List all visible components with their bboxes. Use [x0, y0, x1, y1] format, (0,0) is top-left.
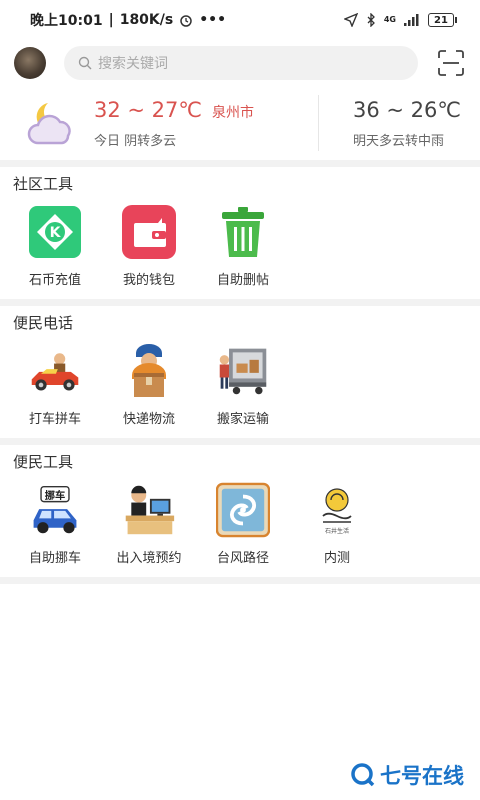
tool-self-delete-post[interactable]: 自助删帖	[196, 201, 290, 299]
network-type: 4G	[383, 15, 396, 24]
today-description: 今日 阴转多云	[94, 133, 177, 149]
tool-label: 搬家运输	[216, 412, 269, 427]
signal-icon	[404, 14, 419, 26]
tomorrow-temperature: 36 ~ 26℃	[353, 97, 461, 122]
status-separator: |	[108, 12, 114, 28]
courier-icon	[122, 344, 176, 398]
move-car-icon: 挪车	[28, 483, 82, 537]
tool-label: 台风路径	[216, 551, 269, 566]
tool-label: 石币充值	[28, 273, 81, 288]
header: 搜索关键词	[0, 40, 480, 86]
tool-label: 自助挪车	[28, 551, 81, 566]
search-icon	[78, 56, 92, 70]
watermark: 七号在线	[350, 760, 464, 790]
section-community-tools: 社区工具 K 石币充值 我的钱包 自助删帖	[0, 167, 480, 306]
search-input[interactable]: 搜索关键词	[64, 46, 418, 80]
tool-exit-entry-appointment[interactable]: 出入境预约	[102, 479, 196, 577]
battery-icon: 21	[428, 13, 457, 27]
section-convenience-tools: 便民工具 挪车 自助挪车 出入境预约 台风路径 石井生活 内测	[0, 445, 480, 584]
svg-text:K: K	[50, 225, 62, 241]
weather-divider	[318, 95, 319, 151]
tool-self-move-car[interactable]: 挪车 自助挪车	[8, 479, 102, 577]
weather-panel[interactable]: 32 ~ 27℃ 泉州市 今日 阴转多云 36 ~ 26℃ 明天多云转中雨	[0, 86, 480, 167]
taxi-car-icon	[28, 344, 82, 398]
move-car-badge: 挪车	[45, 489, 65, 502]
status-time: 晚上10:01	[30, 13, 103, 29]
tool-express-logistics[interactable]: 快递物流	[102, 340, 196, 438]
cloudy-night-icon	[27, 103, 71, 145]
tool-my-wallet[interactable]: 我的钱包	[102, 201, 196, 299]
scan-icon[interactable]	[438, 50, 464, 76]
location-arrow-icon	[343, 13, 358, 27]
trash-icon	[216, 205, 270, 259]
section-title: 便民电话	[13, 314, 74, 332]
battery-level: 21	[434, 14, 448, 26]
city-name[interactable]: 泉州市	[212, 102, 254, 122]
weather-tomorrow: 36 ~ 26℃ 明天多云转中雨	[353, 98, 461, 149]
k-coin-icon: K	[28, 205, 82, 259]
more-dots-icon: •••	[199, 12, 227, 28]
avatar[interactable]	[14, 47, 46, 79]
alarm-icon	[180, 15, 192, 27]
section-title: 社区工具	[13, 175, 74, 193]
watermark-text: 七号在线	[380, 764, 464, 788]
watermark-q-icon	[351, 763, 375, 787]
tool-label: 打车拼车	[28, 412, 81, 427]
typhoon-icon	[216, 482, 270, 538]
exit-entry-icon	[122, 483, 176, 537]
tool-label: 自助删帖	[216, 273, 269, 288]
tool-typhoon-path[interactable]: 台风路径	[196, 479, 290, 577]
section-title: 便民工具	[13, 453, 74, 471]
today-temperature: 32 ~ 27℃	[94, 97, 202, 122]
tool-label: 我的钱包	[122, 273, 175, 288]
tool-label: 内测	[323, 551, 350, 566]
search-placeholder: 搜索关键词	[98, 56, 168, 72]
status-speed: 180K/s	[119, 12, 174, 28]
tool-label: 快递物流	[122, 412, 175, 427]
beta-sublabel: 石井生活	[324, 527, 349, 535]
tomorrow-description: 明天多云转中雨	[353, 133, 445, 149]
tool-label: 出入境预约	[116, 551, 182, 566]
weather-today: 32 ~ 27℃ 泉州市 今日 阴转多云	[94, 98, 314, 149]
tool-beta[interactable]: 石井生活 内测	[290, 479, 384, 577]
bluetooth-icon	[367, 13, 375, 27]
beta-icon: 石井生活	[310, 483, 364, 537]
moving-truck-icon	[216, 344, 270, 398]
tool-coin-recharge[interactable]: K 石币充值	[8, 201, 102, 299]
tool-taxi-carpool[interactable]: 打车拼车	[8, 340, 102, 438]
wallet-icon	[122, 205, 176, 259]
section-convenience-phones: 便民电话 打车拼车 快递物流 搬家运输	[0, 306, 480, 445]
status-bar: 晚上10:01 | 180K/s ••• 4G 21	[0, 0, 480, 40]
tool-moving-transport[interactable]: 搬家运输	[196, 340, 290, 438]
